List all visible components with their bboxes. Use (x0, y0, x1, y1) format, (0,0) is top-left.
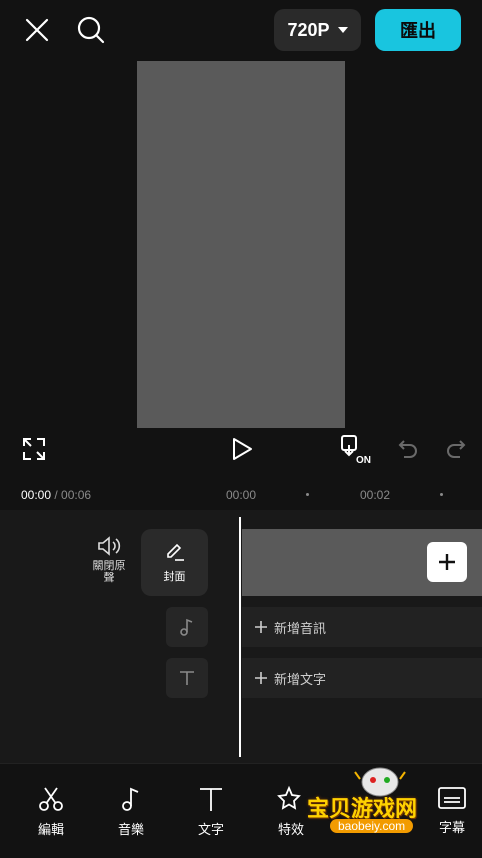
tool-music[interactable]: 音樂 (101, 785, 161, 838)
play-icon[interactable] (228, 435, 256, 463)
tool-edit-label: 編輯 (37, 822, 64, 837)
effects-star-icon (277, 785, 301, 810)
close-icon[interactable] (22, 15, 52, 45)
music-note-icon (122, 787, 139, 811)
add-audio-lane[interactable]: 新增音訊 (242, 607, 482, 647)
redo-icon[interactable] (442, 435, 470, 463)
video-preview[interactable] (137, 61, 345, 428)
svg-text:ON: ON (356, 455, 371, 465)
speaker-icon (98, 536, 121, 556)
text-track-button[interactable] (166, 658, 208, 698)
export-button[interactable]: 匯出 (375, 9, 461, 51)
ruler-mark-1: 00:02 (360, 488, 391, 502)
time-separator: / (51, 488, 62, 502)
resolution-label: 720P (287, 19, 330, 40)
total-time: 00:06 (61, 488, 92, 502)
music-note-icon (180, 618, 193, 636)
add-clip-button[interactable] (427, 542, 467, 582)
ruler-dot (306, 493, 309, 496)
add-text-lane[interactable]: 新增文字 (242, 658, 482, 698)
add-text-label: 新增文字 (274, 671, 327, 687)
tool-edit[interactable]: 編輯 (21, 785, 81, 838)
plus-icon (439, 554, 455, 570)
playhead[interactable] (239, 517, 241, 757)
text-icon (200, 788, 222, 811)
tool-effects-label: 特效 (277, 822, 304, 837)
cover-label: 封面 (163, 570, 186, 583)
fullscreen-icon[interactable] (20, 435, 48, 463)
keyframe-on-icon[interactable]: ON (338, 433, 372, 465)
undo-icon[interactable] (394, 435, 422, 463)
mute-original-audio-button[interactable]: 關閉原聲 (88, 536, 130, 584)
resolution-dropdown[interactable]: 720P (274, 9, 361, 51)
watermark-url: baobeiy.com (330, 819, 414, 833)
search-icon[interactable] (75, 14, 107, 46)
add-audio-label: 新增音訊 (274, 620, 327, 636)
mute-label: 關閉原聲 (92, 560, 126, 584)
pencil-edit-icon (166, 543, 184, 561)
plus-icon (255, 672, 267, 684)
time-readout: 00:00 / 00:06 (21, 488, 91, 502)
caret-down-icon (337, 27, 348, 33)
scissors-icon (39, 787, 63, 811)
text-icon (180, 671, 194, 685)
tool-text[interactable]: 文字 (181, 785, 241, 838)
audio-track-button[interactable] (166, 607, 208, 647)
ruler-mark-0: 00:00 (226, 488, 257, 502)
tool-text-label: 文字 (197, 822, 224, 837)
cover-button[interactable]: 封面 (141, 529, 208, 596)
plus-icon (255, 621, 267, 633)
current-time: 00:00 (21, 488, 52, 502)
ruler-dot (440, 493, 443, 496)
tool-music-label: 音樂 (117, 822, 144, 837)
